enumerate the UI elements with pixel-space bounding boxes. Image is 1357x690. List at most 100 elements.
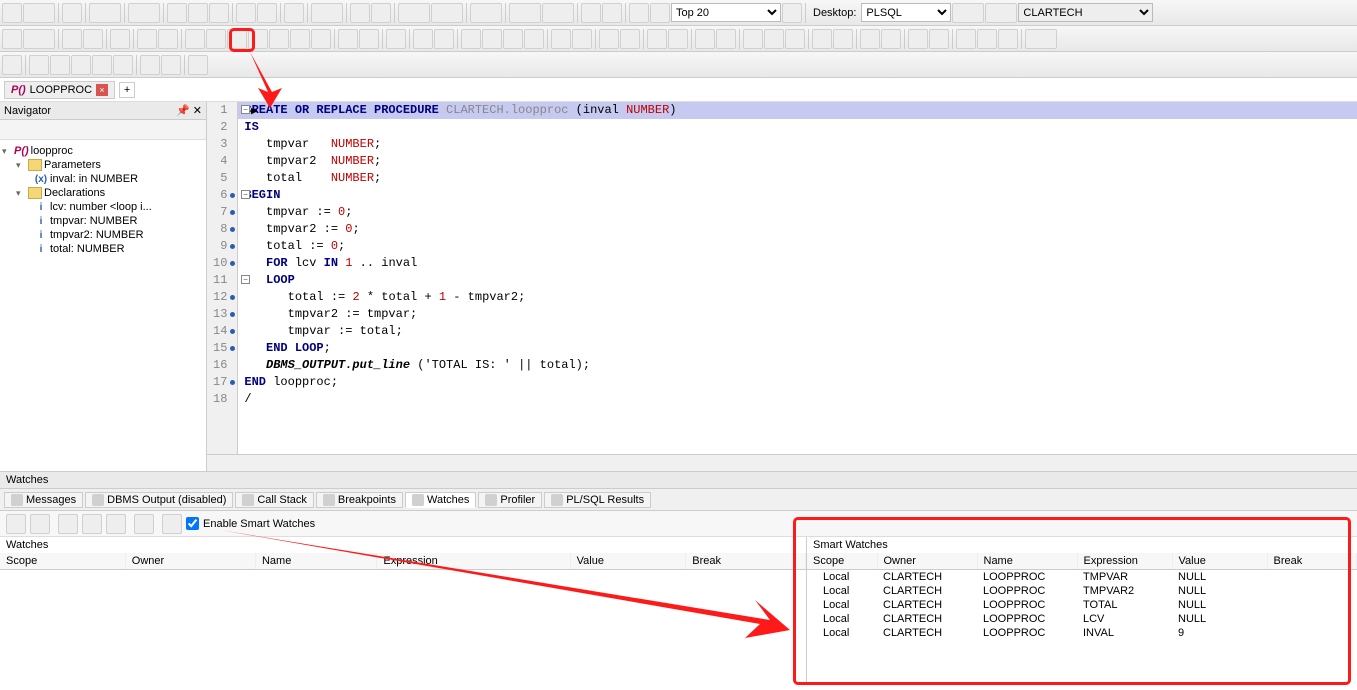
table-row[interactable]: LocalCLARTECHLOOPPROCTOTALNULL bbox=[807, 598, 1357, 612]
tool-icon[interactable] bbox=[92, 55, 112, 75]
editor-code[interactable]: CREATE OR REPLACE PROCEDURE CLARTECH.loo… bbox=[238, 102, 1357, 454]
tool-icon[interactable] bbox=[350, 3, 370, 23]
tool-icon[interactable] bbox=[311, 3, 343, 23]
tool-icon[interactable] bbox=[106, 514, 126, 534]
tool-icon[interactable] bbox=[82, 514, 102, 534]
top-count-select[interactable]: Top 20 bbox=[671, 3, 781, 22]
tool-icon[interactable] bbox=[1025, 29, 1057, 49]
tool-icon[interactable] bbox=[269, 29, 289, 49]
tool-icon[interactable] bbox=[30, 514, 50, 534]
find-icon[interactable] bbox=[599, 29, 619, 49]
tool-icon[interactable] bbox=[6, 514, 26, 534]
tree-folder-decls[interactable]: ▾ Declarations bbox=[2, 186, 204, 200]
tool-icon[interactable] bbox=[482, 29, 502, 49]
debug-icon[interactable] bbox=[248, 29, 268, 49]
tool-icon[interactable] bbox=[431, 3, 463, 23]
tool-icon[interactable] bbox=[311, 29, 331, 49]
watches-grid[interactable]: Scope Owner Name Expression Value Break bbox=[0, 553, 806, 570]
enable-smart-watches-checkbox[interactable]: Enable Smart Watches bbox=[186, 517, 315, 530]
tab-profiler[interactable]: Profiler bbox=[478, 492, 542, 508]
tool-icon[interactable] bbox=[524, 29, 544, 49]
tab-loopproc[interactable]: P() LOOPPROC × bbox=[4, 81, 115, 99]
tool-icon[interactable] bbox=[956, 29, 976, 49]
tool-icon[interactable] bbox=[461, 29, 481, 49]
tab-messages[interactable]: Messages bbox=[4, 492, 83, 508]
tool-icon[interactable] bbox=[881, 29, 901, 49]
tree-item[interactable]: itotal: NUMBER bbox=[2, 242, 204, 256]
tree-folder-params[interactable]: ▾ Parameters bbox=[2, 158, 204, 172]
tool-icon[interactable] bbox=[167, 3, 187, 23]
tool-icon[interactable] bbox=[629, 3, 649, 23]
table-row[interactable]: LocalCLARTECHLOOPPROCINVAL9 bbox=[807, 626, 1357, 640]
tool-icon[interactable] bbox=[551, 29, 571, 49]
tool-icon[interactable] bbox=[572, 29, 592, 49]
tool-icon[interactable] bbox=[50, 55, 70, 75]
col-name[interactable]: Name bbox=[255, 553, 376, 570]
tool-icon[interactable] bbox=[908, 29, 928, 49]
tool-icon[interactable] bbox=[977, 29, 997, 49]
tool-icon[interactable] bbox=[952, 3, 984, 23]
desktop-select[interactable]: PLSQL bbox=[861, 3, 951, 22]
tool-icon[interactable] bbox=[128, 3, 160, 23]
tree-item[interactable]: (x) inval: in NUMBER bbox=[2, 172, 204, 186]
col-scope[interactable]: Scope bbox=[0, 553, 125, 570]
tool-icon[interactable] bbox=[860, 29, 880, 49]
code-editor[interactable]: 1−▶23456−7891011−12131415161718 CREATE O… bbox=[207, 102, 1357, 471]
open-icon[interactable] bbox=[89, 3, 121, 23]
tool-icon[interactable] bbox=[113, 55, 133, 75]
tool-icon[interactable] bbox=[833, 29, 853, 49]
tool-icon[interactable] bbox=[62, 3, 82, 23]
tool-icon[interactable] bbox=[71, 55, 91, 75]
tool-icon[interactable] bbox=[782, 3, 802, 23]
col-value[interactable]: Value bbox=[570, 553, 686, 570]
tool-icon[interactable] bbox=[929, 29, 949, 49]
tool-icon[interactable] bbox=[386, 29, 406, 49]
tool-icon[interactable] bbox=[434, 29, 454, 49]
horizontal-scrollbar[interactable] bbox=[207, 454, 1357, 471]
tool-icon[interactable] bbox=[83, 29, 103, 49]
print-icon[interactable] bbox=[284, 3, 304, 23]
search-icon[interactable] bbox=[650, 3, 670, 23]
tool-icon[interactable] bbox=[413, 29, 433, 49]
table-row[interactable]: LocalCLARTECHLOOPPROCLCVNULL bbox=[807, 612, 1357, 626]
tool-icon[interactable] bbox=[359, 29, 379, 49]
tool-icon[interactable] bbox=[140, 55, 160, 75]
tab-call-stack[interactable]: Call Stack bbox=[235, 492, 314, 508]
tab-dbms-output[interactable]: DBMS Output (disabled) bbox=[85, 492, 233, 508]
tool-icon[interactable] bbox=[2, 29, 22, 49]
tool-icon[interactable] bbox=[812, 29, 832, 49]
tree-item[interactable]: itmpvar2: NUMBER bbox=[2, 228, 204, 242]
pin-close[interactable]: 📌 ✕ bbox=[176, 104, 202, 117]
tool-icon[interactable] bbox=[695, 29, 715, 49]
table-row[interactable]: LocalCLARTECHLOOPPROCTMPVARNULL bbox=[807, 570, 1357, 585]
tab-plsql-results[interactable]: PL/SQL Results bbox=[544, 492, 651, 508]
tool-icon[interactable] bbox=[743, 29, 763, 49]
tool-icon[interactable] bbox=[398, 3, 430, 23]
col-owner[interactable]: Owner bbox=[877, 553, 977, 570]
tool-icon[interactable] bbox=[668, 29, 688, 49]
tool-icon[interactable] bbox=[257, 3, 277, 23]
col-expression[interactable]: Expression bbox=[377, 553, 570, 570]
tool-icon[interactable] bbox=[602, 3, 622, 23]
save-icon[interactable] bbox=[188, 3, 208, 23]
table-row[interactable]: LocalCLARTECHLOOPPROCTMPVAR2NULL bbox=[807, 584, 1357, 598]
tool-icon[interactable] bbox=[764, 29, 784, 49]
col-owner[interactable]: Owner bbox=[125, 553, 255, 570]
tool-icon[interactable] bbox=[2, 55, 22, 75]
col-break[interactable]: Break bbox=[1267, 553, 1357, 570]
tool-icon[interactable] bbox=[134, 514, 154, 534]
tool-icon[interactable] bbox=[470, 3, 502, 23]
col-break[interactable]: Break bbox=[686, 553, 806, 570]
tool-icon[interactable] bbox=[58, 514, 78, 534]
tool-icon[interactable] bbox=[785, 29, 805, 49]
tab-watches[interactable]: Watches bbox=[405, 492, 476, 508]
tool-icon[interactable] bbox=[647, 29, 667, 49]
close-icon[interactable]: × bbox=[96, 84, 108, 96]
tree-item[interactable]: ilcv: number <loop i... bbox=[2, 200, 204, 214]
tool-icon[interactable] bbox=[236, 3, 256, 23]
back-icon[interactable] bbox=[509, 3, 541, 23]
tree-item[interactable]: itmpvar: NUMBER bbox=[2, 214, 204, 228]
tool-icon[interactable] bbox=[23, 3, 55, 23]
tool-icon[interactable] bbox=[227, 29, 247, 49]
tool-icon[interactable] bbox=[110, 29, 130, 49]
